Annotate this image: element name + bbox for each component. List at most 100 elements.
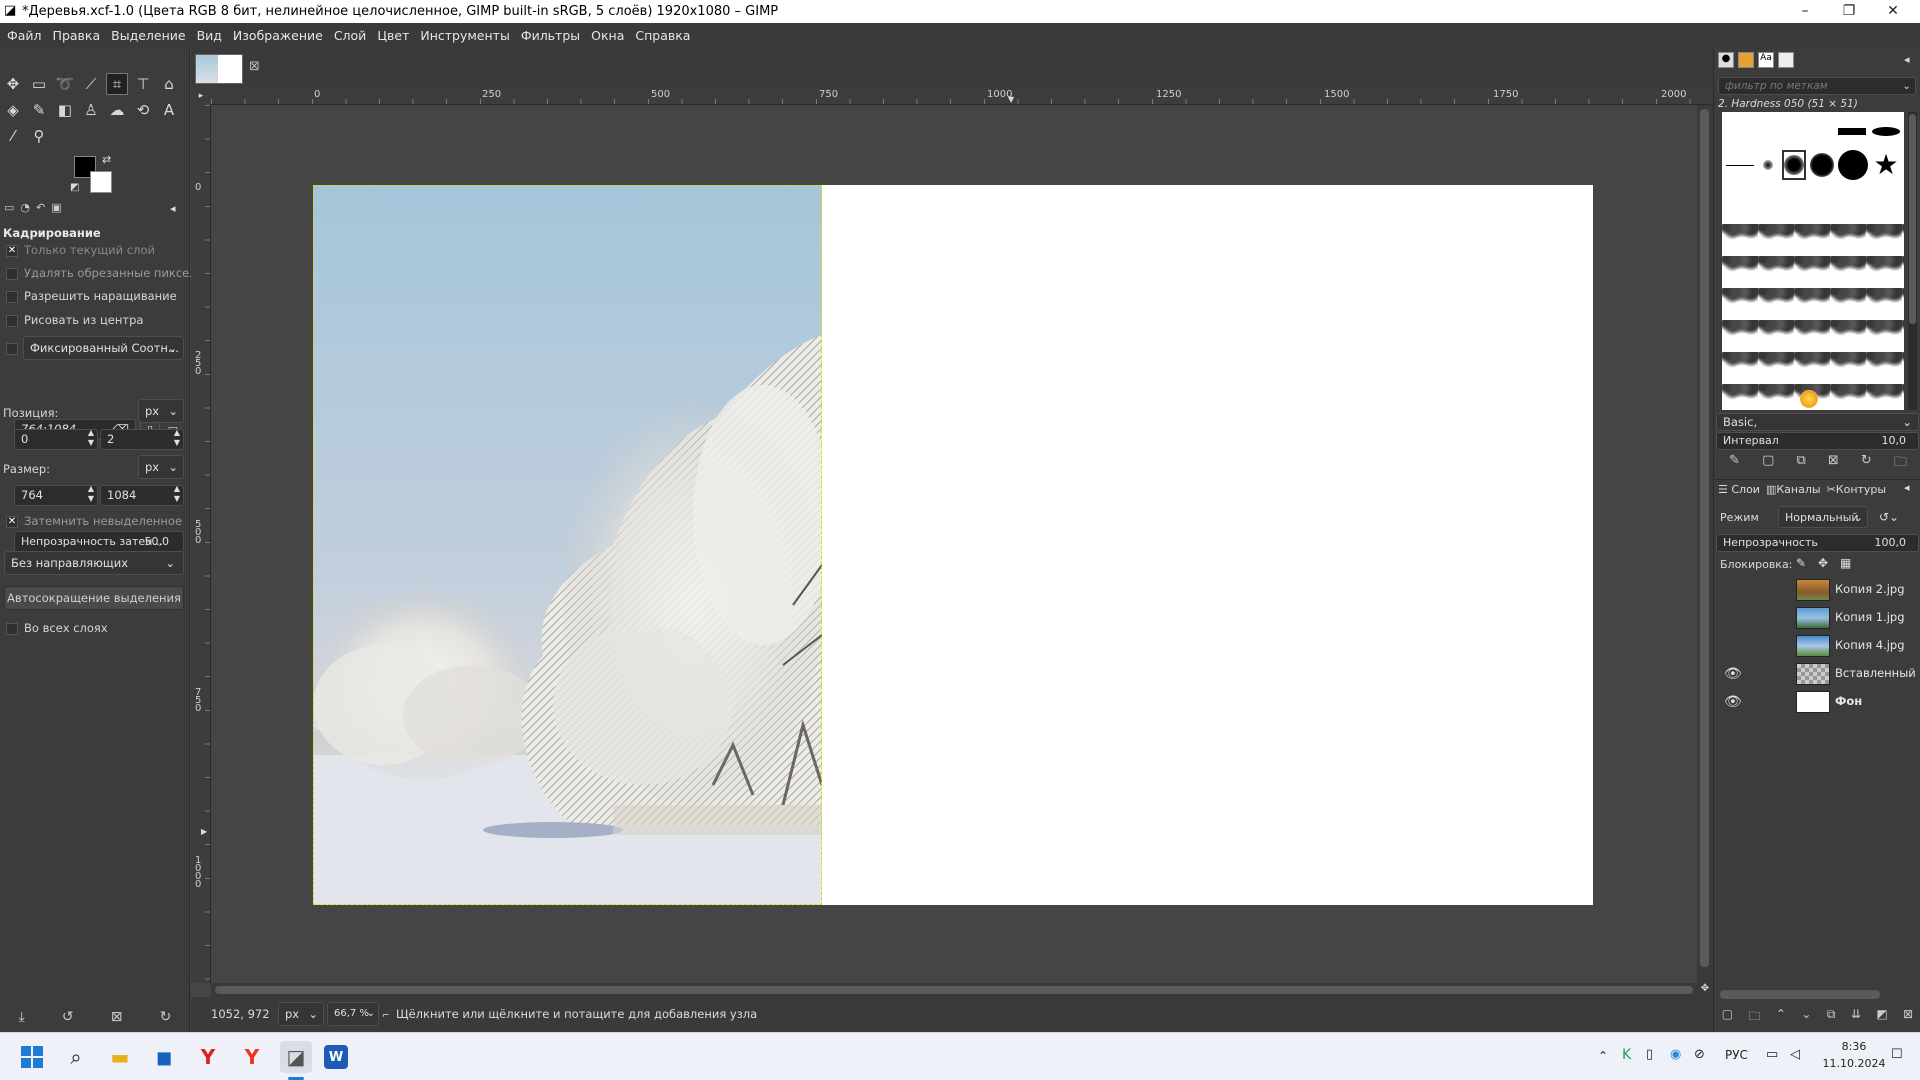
layer-name[interactable]: Копия 2.jpg [1835, 582, 1920, 596]
layer-row[interactable]: Копия 4.jpg [1714, 632, 1920, 660]
delete-options-icon[interactable]: ⊠ [111, 1009, 123, 1025]
new-layer-icon[interactable]: ▢ [1722, 1007, 1733, 1029]
fuzzy-select-tool-icon[interactable]: ⟋ [80, 73, 102, 95]
yandex-icon[interactable]: Y [192, 1041, 224, 1073]
menu-layer[interactable]: Слой [327, 23, 371, 49]
device-status-tab-icon[interactable]: ◔ [20, 201, 30, 219]
layer-row[interactable]: 👁 Вставленный сл [1714, 660, 1920, 688]
unit-combo[interactable]: px ⌄ [278, 1002, 324, 1026]
lower-layer-icon[interactable]: ⌄ [1801, 1007, 1811, 1029]
menu-tools[interactable]: Инструменты [413, 23, 513, 49]
brush-preset-combo[interactable]: Basic, ⌄ [1716, 413, 1919, 431]
navigate-icon[interactable]: ✥ [1697, 983, 1713, 997]
brushes-tab-icon[interactable]: ● [1718, 52, 1734, 68]
lock-position-icon[interactable]: ✥ [1818, 556, 1828, 570]
delete-cropped-option[interactable]: Удалять обрезанные пиксели [6, 266, 204, 280]
size-height-input[interactable]: 1084 ▲ ▼ [100, 485, 184, 506]
close-button[interactable]: ✕ [1871, 0, 1915, 23]
lock-alpha-icon[interactable]: ▦ [1840, 556, 1851, 570]
background-color-swatch[interactable] [90, 171, 112, 193]
fixed-ratio-checkbox[interactable] [6, 343, 18, 355]
raise-layer-icon[interactable]: ⌃ [1776, 1007, 1786, 1029]
color-picker-tool-icon[interactable]: ⁄ [2, 125, 24, 147]
zoom-tool-icon[interactable]: ⚲ [28, 125, 50, 147]
maximize-button[interactable]: ❐ [1827, 0, 1871, 23]
configure-tab-icon[interactable]: ◂ [1904, 481, 1910, 494]
language-indicator[interactable]: РУС [1725, 1048, 1748, 1062]
new-layer-group-icon[interactable]: 🗀 [1748, 1007, 1760, 1029]
layer-name[interactable]: Копия 4.jpg [1835, 638, 1920, 652]
document-history-tab-icon[interactable] [1778, 52, 1794, 68]
size-width-input[interactable]: 764 ▲ ▼ [14, 485, 98, 506]
monitor-icon[interactable]: ▭ [1766, 1047, 1778, 1062]
eye-icon[interactable]: 👁 [1724, 666, 1744, 682]
layers-horizontal-scrollbar[interactable] [1720, 990, 1880, 999]
position-unit-combo[interactable]: px ⌄ [138, 399, 184, 423]
store-icon[interactable]: ◼ [148, 1041, 180, 1073]
explorer-icon[interactable]: ▬ [104, 1041, 136, 1073]
eye-icon[interactable]: 👁 [1724, 694, 1744, 710]
allow-growing-checkbox[interactable] [6, 290, 18, 303]
duplicate-layer-icon[interactable]: ⧉ [1827, 1007, 1836, 1029]
paintbrush-tool-icon[interactable]: ✎ [28, 99, 50, 121]
current-layer-only-checkbox[interactable]: ✕ [6, 244, 18, 257]
tool-options-tab-icon[interactable]: ▭ [4, 201, 14, 219]
eraser-tool-icon[interactable]: ◧ [54, 99, 76, 121]
menu-view[interactable]: Вид [190, 23, 226, 49]
clone-tool-icon[interactable]: ♙ [80, 99, 102, 121]
auto-shrink-button[interactable]: Автосокращение выделения [4, 586, 184, 610]
new-brush-icon[interactable]: ▢ [1762, 453, 1774, 473]
warp-tool-icon[interactable]: ⌂ [158, 73, 180, 95]
save-options-icon[interactable]: ⤓ [19, 1009, 25, 1025]
reset-options-icon[interactable]: ↻ [160, 1009, 172, 1025]
spin-arrows-icon[interactable]: ▲ ▼ [174, 430, 180, 448]
merge-layer-icon[interactable]: ⇊ [1851, 1007, 1861, 1029]
menu-select[interactable]: Выделение [104, 23, 189, 49]
highlight-checkbox[interactable]: ✕ [6, 515, 18, 528]
network-off-icon[interactable]: ⊘ [1694, 1047, 1705, 1062]
expand-from-center-checkbox[interactable] [6, 314, 18, 327]
delete-layer-icon[interactable]: ⊠ [1903, 1007, 1913, 1029]
refresh-brushes-icon[interactable]: ↻ [1861, 453, 1872, 473]
brush-grid[interactable]: ★ [1722, 112, 1904, 410]
delete-brush-icon[interactable]: ⊠ [1828, 453, 1839, 473]
position-y-input[interactable]: 2 ▲ ▼ [100, 429, 184, 450]
shrink-merged-option[interactable]: Во всех слоях [6, 621, 108, 635]
guides-combo[interactable]: Без направляющих ⌄ [4, 551, 184, 575]
highlight-option[interactable]: ✕ Затемнить невыделенное [6, 514, 182, 528]
default-colors-icon[interactable]: ◩ [70, 182, 79, 193]
move-tool-icon[interactable]: ✥ [2, 73, 24, 95]
mask-layer-icon[interactable]: ◩ [1876, 1007, 1887, 1029]
layer-row[interactable]: Копия 1.jpg [1714, 604, 1920, 632]
usb-icon[interactable]: ▯ [1646, 1047, 1653, 1062]
clock-date[interactable]: 11.10.2024 [1822, 1057, 1886, 1070]
layer-name[interactable]: Копия 1.jpg [1835, 610, 1920, 624]
menu-colors[interactable]: Цвет [370, 23, 413, 49]
menu-file[interactable]: Файл [0, 23, 46, 49]
tab-paths[interactable]: ✂Контуры [1827, 483, 1887, 496]
edit-brush-icon[interactable]: ✎ [1729, 453, 1740, 473]
reset-mode-icon[interactable]: ↺⌄ [1879, 510, 1899, 524]
word-icon[interactable]: W [324, 1045, 348, 1069]
configure-tab-icon[interactable]: ◂ [1904, 53, 1910, 66]
menu-image[interactable]: Изображение [226, 23, 327, 49]
speaker-icon[interactable]: ◁ [1790, 1047, 1800, 1062]
zoom-combo[interactable]: 66,7 % ⌄ [327, 1002, 379, 1026]
chrome-tray-icon[interactable]: ◉ [1670, 1047, 1681, 1062]
highlight-opacity-slider[interactable]: Непрозрачность затен... 50,0 [14, 531, 184, 552]
tab-channels[interactable]: ▥Каналы [1766, 483, 1821, 496]
layer-mode-combo[interactable]: Нормальный ⌄ [1778, 506, 1868, 528]
layer-row[interactable]: Копия 2.jpg [1714, 576, 1920, 604]
rect-select-tool-icon[interactable]: ▭ [28, 73, 50, 95]
delete-cropped-checkbox[interactable] [6, 267, 18, 280]
layer-name[interactable]: Вставленный сл [1835, 666, 1920, 680]
menu-windows[interactable]: Окна [584, 23, 628, 49]
horizontal-scrollbar[interactable] [211, 983, 1697, 997]
kaspersky-icon[interactable]: K [1622, 1047, 1631, 1063]
gimp-icon[interactable]: ◪ [280, 1041, 312, 1073]
images-tab-icon[interactable]: ▣ [51, 201, 61, 219]
crop-tool-icon[interactable]: ⌗ [106, 73, 128, 95]
spacing-slider[interactable]: Интервал 10,0 [1716, 432, 1919, 450]
start-icon[interactable] [16, 1041, 48, 1073]
show-hidden-icons-icon[interactable]: ⌃ [1598, 1049, 1608, 1063]
